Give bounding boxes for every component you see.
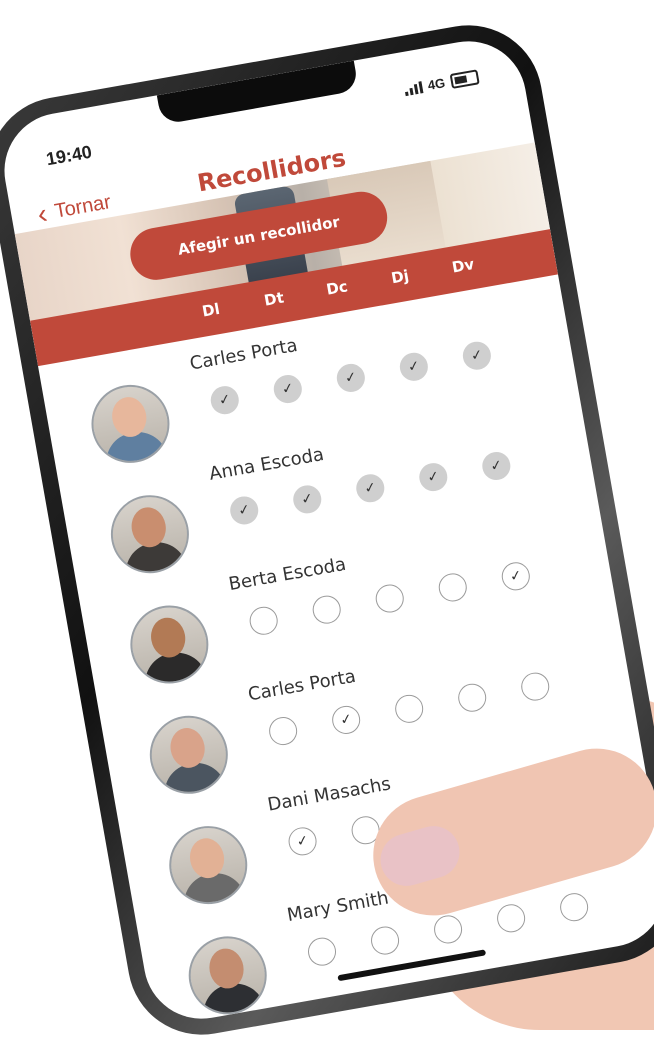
day-checkbox[interactable]: ✓ xyxy=(334,361,368,395)
avatar xyxy=(163,819,254,911)
day-checkbox[interactable] xyxy=(494,902,528,935)
day-checkbox[interactable] xyxy=(266,714,300,748)
day-checkbox[interactable] xyxy=(373,582,406,615)
day-checkbox[interactable] xyxy=(310,593,343,626)
day-checkbox[interactable] xyxy=(368,924,402,957)
phone: 19:40 4G ‹ Tornar Recollidors Afegir un r… xyxy=(0,13,654,1046)
avatar xyxy=(124,599,215,690)
day-checkbox[interactable]: ✓ xyxy=(417,460,450,494)
day-checkbox[interactable]: ✓ xyxy=(499,560,533,593)
day-checkbox[interactable] xyxy=(431,913,465,946)
avatar xyxy=(85,378,176,470)
collector-name: Anna Escoda xyxy=(207,443,326,485)
signal-icon xyxy=(403,80,424,96)
network-label: 4G xyxy=(426,75,447,94)
day-checkbox[interactable]: ✓ xyxy=(291,483,324,516)
day-checkbox[interactable]: ✓ xyxy=(354,472,387,505)
day-checkbox[interactable]: ✓ xyxy=(480,449,513,483)
day-checkbox[interactable]: ✓ xyxy=(397,350,431,384)
day-checkbox[interactable] xyxy=(392,692,426,726)
collector-name: Carles Porta xyxy=(246,665,358,706)
day-checkbox[interactable]: ✓ xyxy=(329,703,363,737)
day-checkbox[interactable]: ✓ xyxy=(286,825,319,858)
day-checkbox[interactable] xyxy=(455,681,489,714)
day-label: Dt xyxy=(262,288,286,310)
day-label: Dl xyxy=(200,299,222,321)
day-label: Dc xyxy=(324,277,350,299)
day-checkbox[interactable] xyxy=(519,670,552,703)
collector-name: Dani Masachs xyxy=(265,773,393,816)
day-checkbox[interactable]: ✓ xyxy=(460,339,494,372)
day-checkbox[interactable]: ✓ xyxy=(208,383,241,417)
status-time: 19:40 xyxy=(44,141,94,170)
day-checkbox[interactable] xyxy=(247,604,280,637)
day-checkbox[interactable] xyxy=(305,935,339,968)
day-checkbox[interactable]: ✓ xyxy=(271,372,305,406)
collector-name: Berta Escoda xyxy=(227,553,348,596)
avatar xyxy=(104,489,196,580)
battery-icon xyxy=(449,69,480,89)
day-label: Dj xyxy=(389,266,411,288)
collector-name: Mary Smith xyxy=(285,887,391,926)
day-checkbox[interactable]: ✓ xyxy=(228,494,261,527)
avatar xyxy=(143,709,234,800)
status-icons: 4G xyxy=(403,69,480,97)
collector-name: Carles Porta xyxy=(188,334,300,375)
day-label: Dv xyxy=(450,254,476,277)
day-checkbox[interactable] xyxy=(557,890,591,924)
avatar xyxy=(182,930,273,1021)
day-checkbox[interactable] xyxy=(436,571,469,604)
